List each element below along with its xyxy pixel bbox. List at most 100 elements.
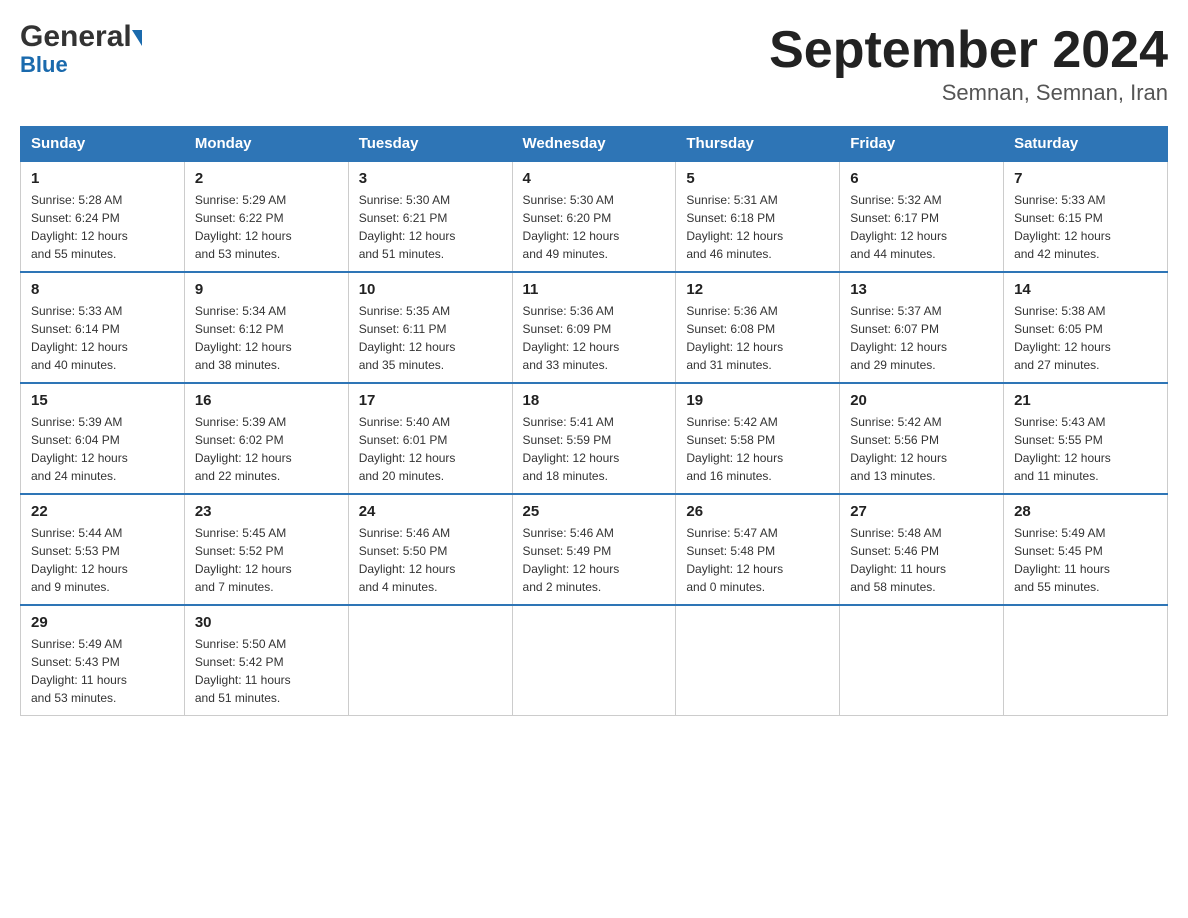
day-info: Sunrise: 5:41 AMSunset: 5:59 PMDaylight:… (523, 413, 666, 485)
calendar-cell: 3 Sunrise: 5:30 AMSunset: 6:21 PMDaylight… (348, 161, 512, 272)
day-number: 6 (850, 170, 993, 187)
day-info: Sunrise: 5:50 AMSunset: 5:42 PMDaylight:… (195, 635, 338, 707)
day-number: 27 (850, 503, 993, 520)
calendar-cell: 21 Sunrise: 5:43 AMSunset: 5:55 PMDayligh… (1004, 383, 1168, 494)
calendar-cell: 18 Sunrise: 5:41 AMSunset: 5:59 PMDayligh… (512, 383, 676, 494)
day-number: 26 (686, 503, 829, 520)
logo: General Blue (20, 20, 142, 78)
calendar-cell: 4Sunrise: 5:30 AMSunset: 6:20 PMDaylight… (512, 161, 676, 272)
calendar-cell: 29Sunrise: 5:49 AMSunset: 5:43 PMDayligh… (21, 605, 185, 716)
calendar-cell: 14 Sunrise: 5:38 AMSunset: 6:05 PMDayligh… (1004, 272, 1168, 383)
day-info: Sunrise: 5:32 AMSunset: 6:17 PMDaylight:… (850, 191, 993, 263)
calendar-cell: 17 Sunrise: 5:40 AMSunset: 6:01 PMDayligh… (348, 383, 512, 494)
day-number: 16 (195, 392, 338, 409)
day-number: 18 (523, 392, 666, 409)
day-number: 19 (686, 392, 829, 409)
day-info: Sunrise: 5:29 AMSunset: 6:22 PMDaylight:… (195, 191, 338, 263)
calendar-cell: 20 Sunrise: 5:42 AMSunset: 5:56 PMDayligh… (840, 383, 1004, 494)
day-info: Sunrise: 5:30 AMSunset: 6:20 PMDaylight:… (523, 191, 666, 263)
calendar-cell: 23Sunrise: 5:45 AMSunset: 5:52 PMDayligh… (184, 494, 348, 605)
day-number: 11 (523, 281, 666, 298)
calendar-cell: 10 Sunrise: 5:35 AMSunset: 6:11 PMDayligh… (348, 272, 512, 383)
day-number: 22 (31, 503, 174, 520)
day-number: 17 (359, 392, 502, 409)
calendar-table: SundayMondayTuesdayWednesdayThursdayFrid… (20, 126, 1168, 716)
day-info: Sunrise: 5:46 AMSunset: 5:50 PMDaylight:… (359, 524, 502, 596)
title-block: September 2024 Semnan, Semnan, Iran (769, 20, 1168, 106)
weekday-header-friday: Friday (840, 127, 1004, 162)
page-header: General Blue September 2024 Semnan, Semn… (20, 20, 1168, 106)
day-info: Sunrise: 5:44 AMSunset: 5:53 PMDaylight:… (31, 524, 174, 596)
calendar-cell: 2 Sunrise: 5:29 AMSunset: 6:22 PMDaylight… (184, 161, 348, 272)
calendar-subtitle: Semnan, Semnan, Iran (769, 80, 1168, 106)
day-info: Sunrise: 5:42 AMSunset: 5:56 PMDaylight:… (850, 413, 993, 485)
day-info: Sunrise: 5:35 AMSunset: 6:11 PMDaylight:… (359, 302, 502, 374)
calendar-cell: 13 Sunrise: 5:37 AMSunset: 6:07 PMDayligh… (840, 272, 1004, 383)
calendar-cell: 24 Sunrise: 5:46 AMSunset: 5:50 PMDayligh… (348, 494, 512, 605)
day-number: 10 (359, 281, 502, 298)
day-number: 3 (359, 170, 502, 187)
day-info: Sunrise: 5:39 AMSunset: 6:04 PMDaylight:… (31, 413, 174, 485)
day-number: 30 (195, 614, 338, 631)
day-info: Sunrise: 5:36 AMSunset: 6:09 PMDaylight:… (523, 302, 666, 374)
day-info: Sunrise: 5:33 AMSunset: 6:14 PMDaylight:… (31, 302, 174, 374)
calendar-cell (676, 605, 840, 716)
day-info: Sunrise: 5:40 AMSunset: 6:01 PMDaylight:… (359, 413, 502, 485)
logo-blue: Blue (20, 52, 68, 78)
day-info: Sunrise: 5:28 AMSunset: 6:24 PMDaylight:… (31, 191, 174, 263)
calendar-title: September 2024 (769, 20, 1168, 80)
day-number: 15 (31, 392, 174, 409)
day-number: 20 (850, 392, 993, 409)
calendar-cell: 30 Sunrise: 5:50 AMSunset: 5:42 PMDayligh… (184, 605, 348, 716)
weekday-header-monday: Monday (184, 127, 348, 162)
day-number: 25 (523, 503, 666, 520)
week-row-1: 1 Sunrise: 5:28 AMSunset: 6:24 PMDaylight… (21, 161, 1168, 272)
day-number: 13 (850, 281, 993, 298)
day-info: Sunrise: 5:37 AMSunset: 6:07 PMDaylight:… (850, 302, 993, 374)
day-info: Sunrise: 5:34 AMSunset: 6:12 PMDaylight:… (195, 302, 338, 374)
calendar-cell: 19 Sunrise: 5:42 AMSunset: 5:58 PMDayligh… (676, 383, 840, 494)
calendar-cell: 9Sunrise: 5:34 AMSunset: 6:12 PMDaylight… (184, 272, 348, 383)
calendar-cell (512, 605, 676, 716)
day-number: 21 (1014, 392, 1157, 409)
calendar-cell (348, 605, 512, 716)
weekday-header-thursday: Thursday (676, 127, 840, 162)
calendar-cell: 11 Sunrise: 5:36 AMSunset: 6:09 PMDayligh… (512, 272, 676, 383)
calendar-cell: 6 Sunrise: 5:32 AMSunset: 6:17 PMDaylight… (840, 161, 1004, 272)
calendar-cell: 15 Sunrise: 5:39 AMSunset: 6:04 PMDayligh… (21, 383, 185, 494)
day-number: 14 (1014, 281, 1157, 298)
day-info: Sunrise: 5:43 AMSunset: 5:55 PMDaylight:… (1014, 413, 1157, 485)
weekday-header-wednesday: Wednesday (512, 127, 676, 162)
week-row-5: 29Sunrise: 5:49 AMSunset: 5:43 PMDayligh… (21, 605, 1168, 716)
day-info: Sunrise: 5:42 AMSunset: 5:58 PMDaylight:… (686, 413, 829, 485)
day-number: 2 (195, 170, 338, 187)
day-info: Sunrise: 5:36 AMSunset: 6:08 PMDaylight:… (686, 302, 829, 374)
day-number: 1 (31, 170, 174, 187)
calendar-cell: 7 Sunrise: 5:33 AMSunset: 6:15 PMDaylight… (1004, 161, 1168, 272)
calendar-cell: 22 Sunrise: 5:44 AMSunset: 5:53 PMDayligh… (21, 494, 185, 605)
calendar-cell: 27 Sunrise: 5:48 AMSunset: 5:46 PMDayligh… (840, 494, 1004, 605)
day-info: Sunrise: 5:33 AMSunset: 6:15 PMDaylight:… (1014, 191, 1157, 263)
logo-general: General (20, 20, 132, 54)
day-info: Sunrise: 5:46 AMSunset: 5:49 PMDaylight:… (523, 524, 666, 596)
day-info: Sunrise: 5:39 AMSunset: 6:02 PMDaylight:… (195, 413, 338, 485)
calendar-cell: 25 Sunrise: 5:46 AMSunset: 5:49 PMDayligh… (512, 494, 676, 605)
week-row-3: 15 Sunrise: 5:39 AMSunset: 6:04 PMDayligh… (21, 383, 1168, 494)
calendar-cell (1004, 605, 1168, 716)
calendar-cell: 1 Sunrise: 5:28 AMSunset: 6:24 PMDaylight… (21, 161, 185, 272)
calendar-cell: 16 Sunrise: 5:39 AMSunset: 6:02 PMDayligh… (184, 383, 348, 494)
day-number: 8 (31, 281, 174, 298)
day-info: Sunrise: 5:38 AMSunset: 6:05 PMDaylight:… (1014, 302, 1157, 374)
day-info: Sunrise: 5:30 AMSunset: 6:21 PMDaylight:… (359, 191, 502, 263)
day-info: Sunrise: 5:48 AMSunset: 5:46 PMDaylight:… (850, 524, 993, 596)
day-number: 24 (359, 503, 502, 520)
day-number: 7 (1014, 170, 1157, 187)
calendar-cell: 8 Sunrise: 5:33 AMSunset: 6:14 PMDaylight… (21, 272, 185, 383)
week-row-2: 8 Sunrise: 5:33 AMSunset: 6:14 PMDaylight… (21, 272, 1168, 383)
day-number: 12 (686, 281, 829, 298)
weekday-header-tuesday: Tuesday (348, 127, 512, 162)
day-number: 28 (1014, 503, 1157, 520)
day-number: 29 (31, 614, 174, 631)
weekday-header-saturday: Saturday (1004, 127, 1168, 162)
weekday-header-row: SundayMondayTuesdayWednesdayThursdayFrid… (21, 127, 1168, 162)
